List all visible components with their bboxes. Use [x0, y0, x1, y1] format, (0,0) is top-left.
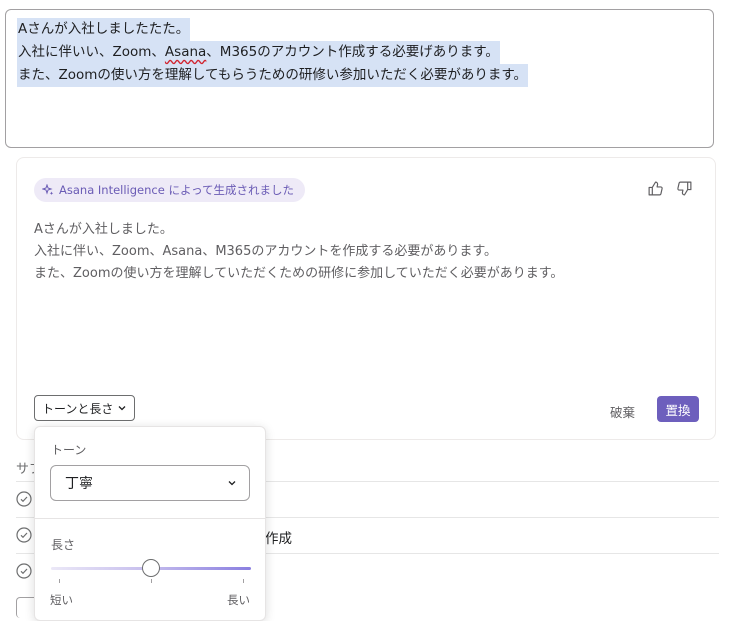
length-slider[interactable] — [51, 559, 251, 583]
thumbs-down-icon[interactable] — [676, 180, 693, 197]
editor-selection: Aさんが入社しましたたた。 入社に伴いい、Zoom、Asana、M365のアカウ… — [17, 18, 528, 87]
text-editor[interactable]: Aさんが入社しましたたた。 入社に伴いい、Zoom、Asana、M365のアカウ… — [5, 9, 714, 148]
replace-button[interactable]: 置換 — [657, 396, 699, 422]
ai-badge-label: Asana Intelligence によって生成されました — [59, 183, 295, 197]
slider-max-label: 長い — [227, 593, 250, 607]
subtask-name[interactable]: 作成 — [265, 527, 292, 547]
tone-value: 丁寧 — [65, 476, 93, 492]
sparkle-icon — [42, 184, 54, 195]
length-label: 長さ — [51, 538, 76, 552]
result-line: また、Zoomの使い方を理解していただくための研修に参加していただく必要がありま… — [34, 266, 564, 281]
slider-thumb[interactable] — [142, 559, 160, 577]
tone-length-label: トーンと長さ — [42, 401, 114, 416]
check-circle-icon[interactable] — [16, 527, 32, 543]
chevron-down-icon — [118, 406, 126, 411]
tone-label: トーン — [51, 443, 87, 457]
editor-line: 入社に伴いい、Zoom、Asana、M365のアカウント作成する必要げあります。 — [17, 41, 500, 64]
slider-min-label: 短い — [50, 593, 73, 607]
slider-tick — [59, 579, 60, 583]
ai-suggestion-card: Asana Intelligence によって生成されました Aさんが入社しまし… — [16, 157, 716, 440]
divider — [35, 518, 265, 519]
chevron-down-icon — [228, 481, 236, 486]
check-circle-icon[interactable] — [16, 563, 32, 579]
editor-line: Aさんが入社しましたたた。 — [17, 18, 191, 41]
tone-length-popover: トーン 丁寧 長さ 短い 長い — [34, 426, 266, 621]
tone-length-button[interactable]: トーンと長さ — [34, 395, 136, 421]
tone-select[interactable]: 丁寧 — [50, 465, 250, 501]
slider-tick — [243, 579, 244, 583]
editor-line: また、Zoomの使い方を理解してもらうための研修い参加いただく必要があります。 — [17, 64, 528, 87]
spellcheck-word: Asana — [164, 44, 207, 60]
thumbs-up-icon[interactable] — [647, 180, 664, 197]
ai-badge: Asana Intelligence によって生成されました — [34, 178, 306, 202]
discard-button[interactable]: 破棄 — [610, 402, 635, 421]
result-line: Aさんが入社しました。 — [34, 222, 173, 237]
slider-tick — [151, 579, 152, 583]
result-line: 入社に伴い、Zoom、Asana、M365のアカウントを作成する必要があります。 — [34, 244, 498, 259]
replace-label: 置換 — [665, 402, 691, 418]
ai-result-text: Aさんが入社しました。 入社に伴い、Zoom、Asana、M365のアカウントを… — [34, 219, 563, 285]
check-circle-icon[interactable] — [16, 491, 32, 507]
